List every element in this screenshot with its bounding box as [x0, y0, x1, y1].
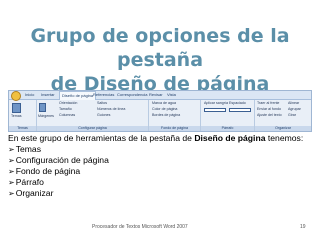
tab-referencias: Referencias [93, 92, 115, 97]
group-label-configurar-pagina: Configurar página [37, 126, 148, 131]
group-parrafo: Aplicar sangría Espaciado Párrafo [201, 100, 255, 131]
check-bullet-icon: ➢ [8, 145, 15, 154]
intro-suffix: tenemos: [265, 133, 304, 143]
tab-inicio: Inicio [25, 92, 35, 97]
list-item: ➢Configuración de página [8, 155, 109, 165]
alinear-label: Alinear [288, 101, 300, 105]
traer-al-frente-label: Traer al frente [257, 101, 280, 105]
orientacion-label: Orientación [59, 101, 78, 105]
footer-caption: Procesador de Textos Microsoft Word 2007 [92, 224, 188, 230]
tab-insertar: Insertar [41, 92, 55, 97]
columnas-label: Columnas [59, 113, 76, 117]
themes-icon [12, 103, 21, 113]
word-ribbon-screenshot: Inicio Insertar Diseño de página Referen… [8, 90, 312, 132]
saltos-label: Saltos [97, 101, 107, 105]
list-item: ➢Párrafo [8, 177, 44, 187]
check-bullet-icon: ➢ [8, 189, 15, 198]
intro-bold: Diseño de página [194, 133, 266, 143]
group-label-fondo-de-pagina: Fondo de página [149, 126, 200, 131]
title-line-1: Grupo de opciones de la pestaña [30, 25, 290, 71]
group-organizar: Traer al frente Enviar al fondo Ajuste d… [255, 100, 311, 131]
bordes-de-pagina-label: Bordes de página [152, 113, 181, 117]
check-bullet-icon: ➢ [8, 167, 15, 176]
ribbon-tab-bar: Inicio Insertar Diseño de página Referen… [9, 91, 311, 101]
numeros-de-linea-label: Números de línea [97, 107, 126, 111]
slide-title: Grupo de opciones de la pestaña de Diseñ… [0, 24, 320, 96]
group-configurar-pagina: Márgenes Orientación Tamaño Columnas Sal… [37, 100, 149, 131]
intro-prefix: En este grupo de herramientas de la pest… [8, 133, 195, 143]
temas-button-label: Temas [11, 114, 22, 118]
list-item: ➢Organizar [8, 188, 54, 198]
aplicar-sangria-label: Aplicar sangría [204, 101, 228, 105]
group-fondo-de-pagina: Marca de agua Color de página Bordes de … [149, 100, 201, 131]
marca-de-agua-label: Marca de agua [152, 101, 176, 105]
tamano-label: Tamaño [59, 107, 72, 111]
group-label-parrafo: Párrafo [201, 126, 254, 131]
page-number: 19 [300, 224, 306, 230]
guiones-label: Guiones [97, 113, 111, 117]
group-list: ➢Temas ➢Configuración de página ➢Fondo d… [8, 144, 310, 199]
tab-correspondencia: Correspondencia [117, 92, 148, 97]
tab-vista: Vista [167, 92, 176, 97]
group-label-temas: Temas [9, 126, 36, 131]
tab-revisar: Revisar [149, 92, 163, 97]
color-de-pagina-label: Color de página [152, 107, 178, 111]
check-bullet-icon: ➢ [8, 178, 15, 187]
check-bullet-icon: ➢ [8, 156, 15, 165]
girar-label: Girar [288, 113, 296, 117]
espaciado-label: Espaciado [229, 101, 246, 105]
group-label-organizar: Organizar [255, 126, 311, 131]
margins-icon [39, 103, 46, 112]
group-temas: Temas Temas [9, 100, 37, 131]
ajuste-del-texto-label: Ajuste del texto [257, 113, 282, 117]
list-item: ➢Temas [8, 144, 42, 154]
margenes-label: Márgenes [38, 114, 54, 118]
list-item: ➢Fondo de página [8, 166, 81, 176]
tab-diseno-de-pagina: Diseño de página [59, 91, 97, 100]
indent-field [204, 108, 226, 112]
spacing-field [229, 108, 251, 112]
agrupar-label: Agrupar [288, 107, 301, 111]
enviar-al-fondo-label: Enviar al fondo [257, 107, 281, 111]
ribbon-groups: Temas Temas Márgenes Orientación Tamaño … [9, 100, 311, 131]
slide-body: En este grupo de herramientas de la pest… [8, 133, 310, 199]
intro-text: En este grupo de herramientas de la pest… [8, 133, 310, 144]
